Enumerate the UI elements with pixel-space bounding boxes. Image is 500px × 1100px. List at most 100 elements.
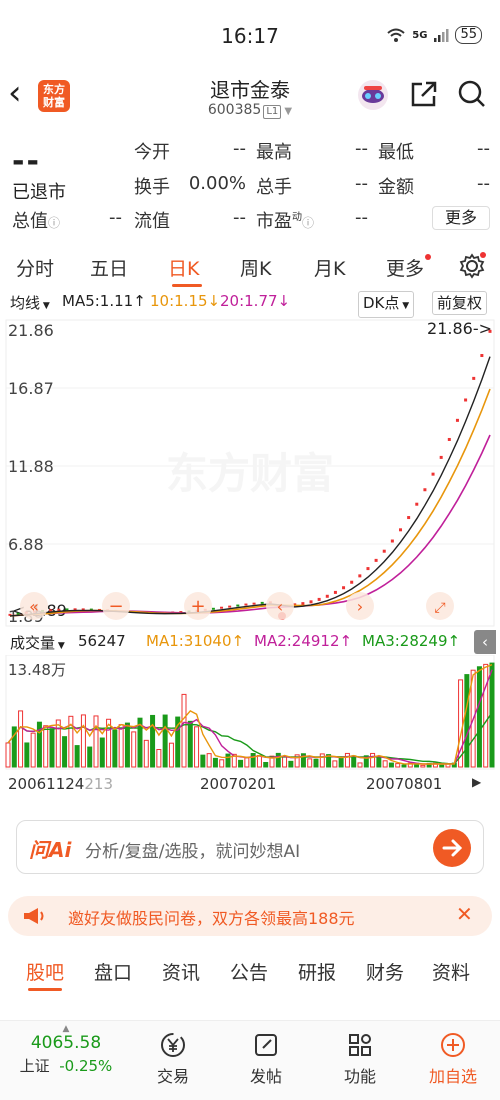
tab-more[interactable]: 更多	[386, 254, 432, 281]
ai-send-arrow-icon[interactable]	[433, 829, 471, 867]
turnover-value: 0.00%	[188, 173, 246, 194]
volume-bar	[357, 762, 363, 768]
volume-bar	[99, 737, 105, 768]
volume-bar	[150, 714, 156, 768]
ma20-value: 20:1.77↓	[220, 292, 291, 310]
ma-type-selector[interactable]: 均线 ▼	[10, 292, 50, 313]
tab-monthly-k[interactable]: 月K	[314, 254, 345, 281]
nav-post[interactable]: 发帖	[231, 1031, 301, 1087]
listing-status: 已退市	[12, 182, 66, 203]
tab-daily-k[interactable]: 日K	[168, 254, 199, 281]
volume-bar	[439, 764, 445, 768]
index-value: 4065.58	[30, 1033, 102, 1053]
volume-bar	[143, 739, 149, 768]
volume-bar	[282, 756, 288, 768]
volume-bar	[219, 759, 225, 768]
add-circle-icon	[441, 1033, 465, 1057]
svg-text:+: +	[190, 596, 205, 617]
tab-five-day[interactable]: 五日	[90, 254, 128, 281]
candle	[301, 602, 305, 606]
volume-indicator-selector[interactable]: 成交量 ▼	[10, 632, 65, 653]
tab-weekly-k[interactable]: 周K	[240, 254, 271, 281]
nav-add-watchlist[interactable]: 加自选	[418, 1031, 488, 1087]
content-tab-indicator	[28, 988, 62, 991]
search-icon[interactable]	[456, 78, 490, 112]
nav-trade[interactable]: 交易	[138, 1031, 208, 1087]
volume-bar	[382, 760, 388, 768]
volume-total-label: 总手	[256, 177, 292, 198]
dk-point-toggle[interactable]: DK点 ▼	[358, 291, 415, 318]
float-cap-label: 流值	[134, 211, 170, 232]
low-value: --	[477, 138, 490, 159]
volume-chart[interactable]: 13.48万	[0, 654, 500, 770]
ai-brand-label: 问Ai	[29, 838, 72, 862]
candle	[455, 418, 459, 422]
volume-bar	[288, 760, 294, 768]
volume-bar	[62, 736, 68, 768]
share-icon[interactable]	[408, 78, 442, 112]
nav-functions[interactable]: 功能	[325, 1031, 395, 1087]
volume-bar	[187, 720, 193, 768]
more-quote-button[interactable]: 更多	[432, 206, 490, 230]
candle	[350, 580, 354, 584]
tab-profile[interactable]: 资料	[432, 958, 470, 985]
ma10-value: 10:1.15↓	[150, 292, 221, 310]
candle	[415, 502, 419, 506]
active-tab-indicator	[172, 284, 202, 287]
tab-announcements[interactable]: 公告	[230, 958, 268, 985]
pe-value: --	[355, 207, 368, 228]
tab-finance[interactable]: 财务	[366, 958, 404, 985]
volume-bar	[181, 693, 187, 768]
tab-pankou[interactable]: 盘口	[94, 958, 132, 985]
candle	[317, 597, 321, 601]
volume-bar	[464, 674, 470, 768]
settings-gear-icon[interactable]	[458, 250, 488, 284]
ma10-line	[9, 388, 491, 617]
tab-guba[interactable]: 股吧	[26, 958, 64, 985]
y-tick-max: 21.86	[8, 321, 54, 340]
notice-text: 邀好友做股民问卷，双方各领最高188元	[68, 909, 355, 928]
price-value: --	[12, 144, 41, 179]
index-ticker[interactable]: ▲ 4065.58 上证 -0.25%	[6, 1025, 126, 1076]
volume-bar	[238, 759, 244, 768]
volume-bar	[256, 755, 262, 768]
volume-bar	[313, 758, 319, 768]
candle	[374, 558, 378, 562]
robot-avatar-icon[interactable]	[356, 78, 390, 112]
volume-bar	[74, 745, 80, 768]
volume-bar	[55, 719, 61, 768]
amount-value: --	[477, 173, 490, 194]
ai-assistant-bar[interactable]: 问Ai 分析/复盘/选股，就问妙想AI	[16, 820, 484, 874]
notice-close-icon[interactable]: ✕	[456, 902, 473, 926]
volume-bar	[483, 663, 489, 768]
adjust-mode-toggle[interactable]: 前复权	[432, 291, 488, 315]
volume-bar	[87, 746, 93, 768]
vol-ma2-value: MA2:24912↑	[254, 632, 353, 650]
battery-icon: 55	[455, 26, 482, 44]
index-name: 上证	[19, 1057, 50, 1075]
trade-yen-icon	[161, 1033, 185, 1057]
svg-text:«: «	[29, 597, 39, 616]
candle	[464, 398, 468, 402]
volume-bar	[168, 742, 174, 768]
svg-text:›: ›	[357, 597, 363, 616]
market-cap-label[interactable]: 总值ⓘ	[12, 207, 60, 233]
volume-bar	[344, 752, 350, 768]
tab-research[interactable]: 研报	[298, 958, 336, 985]
status-bar: 16:17 5G 55	[0, 0, 500, 70]
volume-bar	[244, 757, 250, 768]
pe-label[interactable]: 市盈动ⓘ	[256, 207, 314, 233]
volume-bar	[476, 666, 482, 768]
collapse-panel-icon[interactable]: ‹	[474, 630, 496, 654]
index-change: -0.25%	[59, 1057, 113, 1075]
kline-chart[interactable]: 东方财富 21.86 16.87 11.88 6.88 1.89 21.86->…	[0, 318, 500, 628]
scroll-right-arrow-icon[interactable]: ▶	[472, 775, 481, 789]
promo-notice[interactable]: 邀好友做股民问卷，双方各领最高188元 ✕	[8, 896, 492, 936]
tab-news[interactable]: 资讯	[162, 958, 200, 985]
tab-timeshare[interactable]: 分时	[16, 254, 54, 281]
volume-bar	[80, 714, 86, 768]
edit-post-icon	[255, 1034, 277, 1056]
volume-bar	[351, 755, 357, 768]
volume-bar	[250, 753, 256, 768]
volume-bar	[156, 749, 162, 768]
